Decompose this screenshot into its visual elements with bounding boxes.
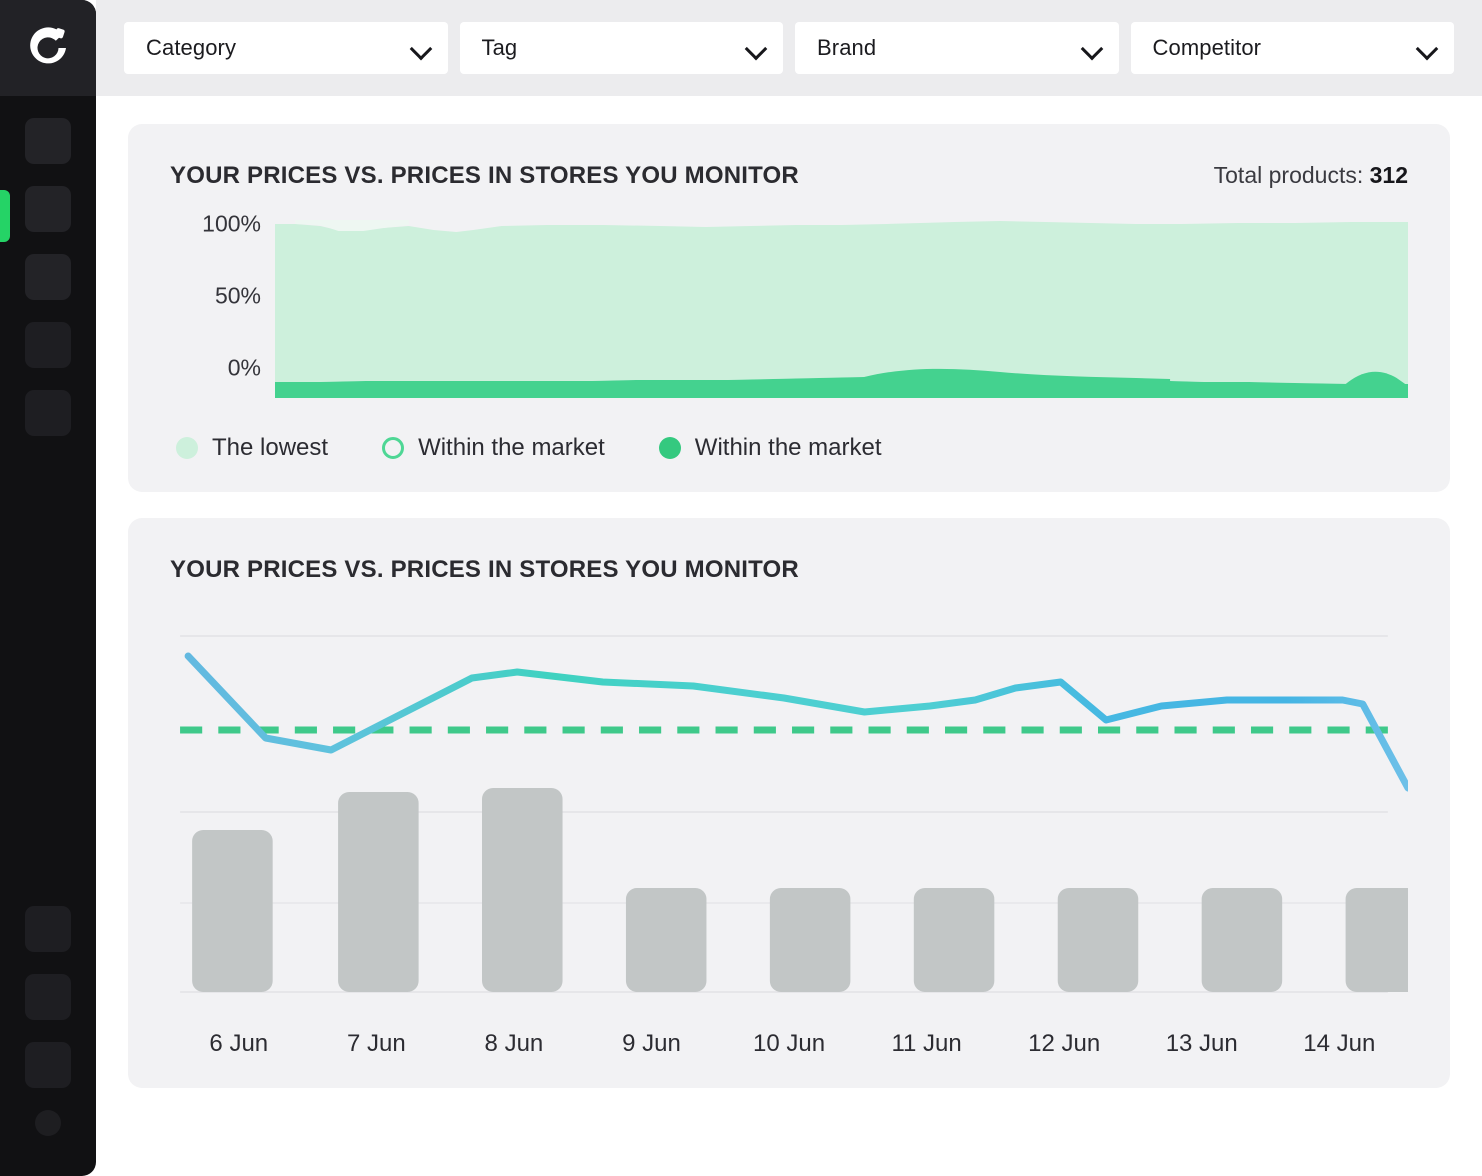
total-products-value: 312 xyxy=(1369,162,1408,188)
total-products-label: Total products: xyxy=(1213,162,1364,188)
sidebar-item-2[interactable] xyxy=(25,186,71,232)
filter-tag[interactable]: Tag xyxy=(459,22,783,74)
legend-marker-icon xyxy=(658,437,681,459)
filter-competitor-label: Competitor xyxy=(1152,35,1262,60)
sidebar-item-3[interactable] xyxy=(25,254,71,300)
bar-13-jun xyxy=(1201,888,1283,992)
sidebar-nav-bottom xyxy=(0,906,96,1136)
legend-item-within-the-market-outline[interactable]: Within the market xyxy=(382,434,605,462)
combo-chart[interactable] xyxy=(170,620,1408,1020)
x-tick-3: 9 Jun xyxy=(622,1030,681,1057)
avatar[interactable] xyxy=(35,1110,61,1136)
bar-14-jun xyxy=(1345,888,1408,992)
x-tick-8: 14 Jun xyxy=(1303,1030,1376,1057)
legend-label: Within the market xyxy=(418,434,605,461)
x-tick-0: 6 Jun xyxy=(209,1030,269,1057)
sidebar-item-4[interactable] xyxy=(25,322,71,368)
card-header: YOUR PRICES VS. PRICES IN STORES YOU MON… xyxy=(170,162,1408,190)
sidebar-bottom-item-3[interactable] xyxy=(25,1042,71,1088)
y-tick-100: 100% xyxy=(202,210,261,237)
page-title: YOUR PRICES VS. PRICES IN STORES YOU MON… xyxy=(170,162,799,189)
filter-tag-label: Tag xyxy=(481,35,518,60)
sidebar-bottom-item-1[interactable] xyxy=(25,906,71,952)
x-tick-1: 7 Jun xyxy=(346,1030,406,1057)
y-tick-0: 0% xyxy=(227,354,261,381)
chevron-down-icon xyxy=(747,39,765,57)
filter-category-label: Category xyxy=(146,35,237,60)
x-tick-5: 11 Jun xyxy=(891,1030,962,1057)
area-chart-legend: The lowest Within the market Within the … xyxy=(170,434,1408,462)
filter-bar: Category Tag Brand Competitor xyxy=(96,0,1482,96)
card-header: YOUR PRICES VS. PRICES IN STORES YOU MON… xyxy=(170,556,1408,584)
area-series-lowest xyxy=(275,221,1408,384)
sidebar-nav xyxy=(0,118,96,436)
area-chart-plot[interactable] xyxy=(275,216,1408,406)
line-your-price xyxy=(184,652,1408,792)
page-title: YOUR PRICES VS. PRICES IN STORES YOU MON… xyxy=(170,556,799,583)
y-tick-50: 50% xyxy=(214,282,261,309)
bar-10-jun xyxy=(769,888,851,992)
sidebar-item-5[interactable] xyxy=(25,390,71,436)
dashboard-content: YOUR PRICES VS. PRICES IN STORES YOU MON… xyxy=(96,96,1482,1088)
main-content: Category Tag Brand Competitor YOUR PRICE… xyxy=(96,0,1482,1176)
app-root: Category Tag Brand Competitor YOUR PRICE… xyxy=(0,0,1482,1176)
legend-label: Within the market xyxy=(694,434,882,461)
legend-marker-icon xyxy=(382,437,405,459)
chevron-down-icon xyxy=(1083,39,1101,57)
bar-8-jun xyxy=(482,788,563,992)
legend-item-the-lowest[interactable]: The lowest xyxy=(176,434,328,462)
bar-6-jun xyxy=(192,830,273,992)
chevron-down-icon xyxy=(412,39,430,57)
filter-brand[interactable]: Brand xyxy=(795,22,1119,74)
x-tick-2: 8 Jun xyxy=(484,1030,544,1057)
x-tick-4: 10 Jun xyxy=(753,1030,826,1057)
bar-9-jun xyxy=(625,888,707,992)
filter-brand-label: Brand xyxy=(817,35,877,60)
chevron-down-icon xyxy=(1418,39,1436,57)
legend-marker-icon xyxy=(176,437,198,459)
card-price-trend: YOUR PRICES VS. PRICES IN STORES YOU MON… xyxy=(128,518,1450,1088)
combo-chart-x-axis: 6 Jun 7 Jun 8 Jun 9 Jun 10 Jun 11 Jun 12… xyxy=(170,1030,1408,1058)
sidebar xyxy=(0,0,96,1176)
bar-12-jun xyxy=(1057,888,1139,992)
bar-7-jun xyxy=(338,792,419,992)
total-products: Total products: 312 xyxy=(1214,162,1408,189)
bar-11-jun xyxy=(913,888,995,992)
app-logo[interactable] xyxy=(0,0,96,96)
area-chart-y-axis: 100% 50% 0% xyxy=(170,211,275,406)
x-tick-7: 13 Jun xyxy=(1165,1030,1238,1057)
card-price-distribution: YOUR PRICES VS. PRICES IN STORES YOU MON… xyxy=(128,124,1450,492)
sidebar-item-1[interactable] xyxy=(25,118,71,164)
legend-label: The lowest xyxy=(212,434,329,461)
x-tick-6: 12 Jun xyxy=(1028,1030,1101,1057)
filter-competitor[interactable]: Competitor xyxy=(1130,22,1454,74)
circular-c-logo-icon xyxy=(22,22,74,74)
sidebar-active-indicator xyxy=(0,190,10,242)
legend-item-within-the-market-solid[interactable]: Within the market xyxy=(658,434,882,462)
area-chart: 100% 50% 0% xyxy=(170,211,1408,406)
bar-series xyxy=(192,788,1408,992)
sidebar-bottom-item-2[interactable] xyxy=(25,974,71,1020)
filter-category[interactable]: Category xyxy=(124,22,448,74)
